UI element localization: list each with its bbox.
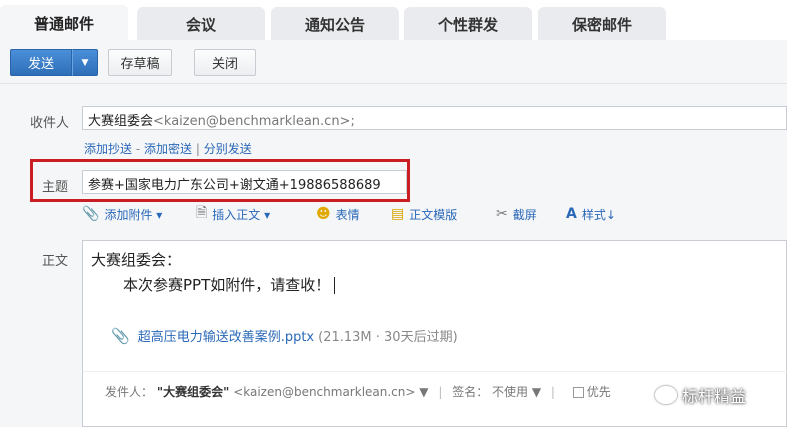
emoji-button[interactable]: ☻ 表情 [316,204,360,224]
compose-form: 收件人 大赛组委会<kaizen@benchmarklean.cn>; 添加抄送… [0,84,787,427]
emoji-label: 表情 [335,207,360,222]
paperclip-icon: 📎 [111,326,130,345]
send-button[interactable]: 发送 [10,49,72,76]
compose-toolbar: 发送 ▼ 存草稿 关闭 [0,40,787,84]
attach-label: 添加附件 ▾ [104,207,163,222]
tab-meeting[interactable]: 会议 [137,7,265,41]
priority-label: 优先 [586,385,611,399]
scissors-icon: ✂ [496,206,508,222]
footer-divider-1: | [438,385,443,399]
footer-divider [83,371,787,372]
sender-label: 发件人： [105,385,154,399]
tab-personalized-group[interactable]: 个性群发 [404,7,532,41]
paperclip-icon: 📎 [82,206,100,222]
template-label: 正文模版 [409,207,458,222]
template-icon: ▤ [391,206,405,222]
insert-body-label: 插入正文 ▾ [212,207,271,222]
watermark: 标杆精益 [655,383,746,407]
signature-select[interactable]: 不使用 ▼ [492,385,541,399]
recipient-address: <kaizen@benchmarklean.cn>; [153,114,355,129]
tab-notice[interactable]: 通知公告 [271,7,399,41]
greeting-text: 大赛组委会： [91,251,182,269]
body-label: 正文 [42,254,69,269]
tab-normal-mail[interactable]: 普通邮件 [0,5,128,41]
priority-checkbox[interactable] [572,387,584,398]
document-icon: 🗎 [196,205,208,221]
body-template-button[interactable]: ▤ 正文模版 [391,204,457,224]
recipient-label: 收件人 [30,116,70,131]
watermark-text: 标杆精益 [682,387,747,406]
style-button[interactable]: A 样式↓ [566,204,616,224]
text-cursor [334,277,336,294]
wechat-icon [655,386,677,404]
recipient-name: 大赛组委会 [88,114,154,129]
message-text: 本次参赛PPT如附件，请查收！ [123,274,336,295]
text-style-icon: A [566,206,577,222]
attachment-name[interactable]: 超高压电力输送改善案例.pptx [138,326,314,345]
style-label: 样式↓ [581,207,616,222]
screenshot-button[interactable]: ✂ 截屏 [496,204,537,224]
attach-button[interactable]: 📎 添加附件 ▾ [82,204,162,224]
attachment-item[interactable]: 📎 超高压电力输送改善案例.pptx (21.13M · 30天后过期) [111,326,458,346]
close-button[interactable]: 关闭 [194,49,256,76]
recipient-field[interactable]: 大赛组委会<kaizen@benchmarklean.cn>; [82,106,787,130]
save-draft-button[interactable]: 存草稿 [108,49,172,76]
subject-highlight-box [30,159,410,202]
tab-secure-mail[interactable]: 保密邮件 [538,7,666,41]
sender-name: "大赛组委会" [156,385,230,399]
send-options-bar: 发件人： "大赛组委会" <kaizen@benchmarklean.cn> ▼… [105,383,611,400]
smiley-icon: ☻ [316,206,331,222]
sender-select[interactable]: <kaizen@benchmarklean.cn> ▼ [233,385,428,399]
link-divider: | [195,142,200,156]
insert-body-button[interactable]: 🗎 插入正文 ▾ [196,204,270,224]
tab-bar: 普通邮件 会议 通知公告 个性群发 保密邮件 [0,0,787,41]
screenshot-label: 截屏 [512,207,537,222]
signature-label: 签名： [452,385,489,399]
recipient-links: 添加抄送 - 添加密送 | 分别发送 [84,140,252,157]
send-options-chevron-down-icon[interactable]: ▼ [72,49,98,76]
add-bcc-link[interactable]: 添加密送 [144,142,192,156]
add-cc-link[interactable]: 添加抄送 [84,142,132,156]
separate-send-link[interactable]: 分别发送 [204,142,252,156]
attachment-meta: (21.13M · 30天后过期) [318,330,458,345]
footer-divider-2: | [550,385,555,399]
link-dash: - [135,142,141,156]
